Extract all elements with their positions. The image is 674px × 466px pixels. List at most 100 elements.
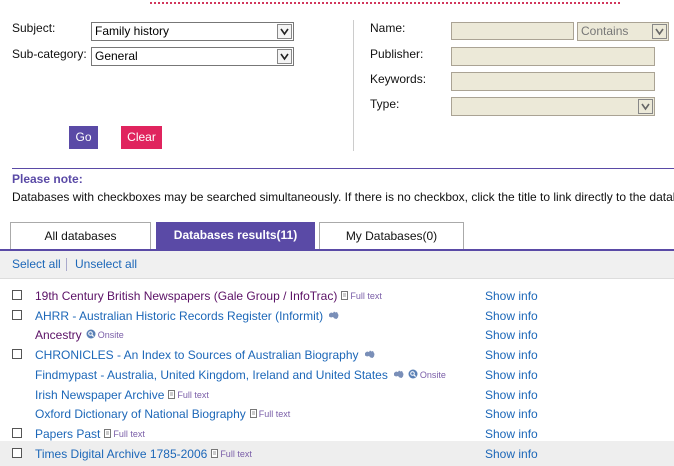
database-link[interactable]: Irish Newspaper Archive Full text — [35, 388, 209, 403]
database-name: CHRONICLES - An Index to Sources of Aust… — [35, 348, 359, 362]
document-icon — [168, 389, 176, 403]
show-info-link[interactable]: Show info — [485, 427, 538, 441]
database-name: 19th Century British Newspapers (Gale Gr… — [35, 289, 338, 303]
unselect-all-link[interactable]: Unselect all — [75, 257, 137, 271]
australia-icon — [393, 368, 404, 382]
note-text: Databases with checkboxes may be searche… — [12, 190, 674, 204]
tab-all-databases-label: All databases — [44, 229, 117, 243]
select-all-link[interactable]: Select all — [12, 257, 61, 271]
access-badge-label: Full text — [177, 390, 209, 400]
access-badge: Onsite — [408, 368, 446, 383]
database-link[interactable]: Oxford Dictionary of National Biography F… — [35, 407, 290, 422]
australia-icon — [364, 348, 375, 362]
database-name: Ancestry — [35, 328, 82, 342]
database-name: Papers Past — [35, 427, 101, 441]
document-icon — [104, 428, 112, 442]
access-badge: Full text — [249, 407, 291, 422]
select-separator — [66, 258, 67, 271]
tab-my-databases-label: My Databases(0) — [345, 229, 438, 243]
tab-database-results-label: Databases results(11) — [173, 228, 298, 242]
match-value: Contains — [581, 24, 629, 38]
show-info-link[interactable]: Show info — [485, 388, 538, 402]
database-link[interactable]: Times Digital Archive 1785-2006 Full text — [35, 447, 252, 462]
show-info-link[interactable]: Show info — [485, 289, 538, 303]
australia-icon — [328, 309, 339, 323]
database-name: AHRR - Australian Historic Records Regis… — [35, 309, 324, 323]
name-input[interactable] — [451, 22, 574, 40]
publisher-label: Publisher: — [370, 47, 424, 61]
list-item: Oxford Dictionary of National Biography F… — [0, 404, 674, 423]
type-label: Type: — [370, 97, 400, 111]
select-checkbox[interactable] — [12, 310, 22, 320]
access-badge-label: Onsite — [97, 330, 124, 340]
top-banner-remnant — [0, 0, 674, 4]
show-info-link[interactable]: Show info — [485, 407, 538, 421]
database-link[interactable]: CHRONICLES - An Index to Sources of Aust… — [35, 348, 375, 362]
database-name: Oxford Dictionary of National Biography — [35, 407, 246, 421]
document-icon — [249, 408, 257, 422]
chevron-down-icon — [277, 24, 292, 39]
clear-button[interactable]: Clear — [121, 126, 162, 149]
access-badge-label: Full text — [220, 449, 252, 459]
form-divider — [353, 20, 354, 151]
select-checkbox[interactable] — [12, 428, 22, 438]
tab-my-databases[interactable]: My Databases(0) — [319, 222, 464, 250]
tab-database-results[interactable]: Databases results(11) — [156, 222, 315, 250]
database-link[interactable]: Papers Past Full text — [35, 427, 145, 442]
list-item: Irish Newspaper Archive Full text Show inf… — [0, 385, 674, 404]
chevron-down-icon — [652, 24, 667, 39]
list-item: Findmypast - Australia, United Kingdom, … — [0, 365, 674, 384]
select-checkbox[interactable] — [12, 448, 22, 458]
show-info-link[interactable]: Show info — [485, 368, 538, 382]
section-divider — [12, 168, 674, 169]
show-info-link[interactable]: Show info — [485, 309, 538, 323]
show-info-link[interactable]: Show info — [485, 328, 538, 342]
search-icon — [86, 329, 96, 343]
database-link[interactable]: 19th Century British Newspapers (Gale Gr… — [35, 289, 382, 304]
keywords-input[interactable] — [451, 72, 655, 91]
database-link[interactable]: Ancestry Onsite — [35, 328, 124, 343]
subcategory-label: Sub-category: — [12, 47, 87, 61]
select-checkbox[interactable] — [12, 349, 22, 359]
tab-all-databases[interactable]: All databases — [10, 222, 151, 250]
database-name: Findmypast - Australia, United Kingdom, … — [35, 368, 388, 382]
subcategory-value: General — [95, 49, 138, 63]
access-badge-label: Full text — [350, 291, 382, 301]
keywords-label: Keywords: — [370, 72, 427, 86]
list-item: 19th Century British Newspapers (Gale Gr… — [0, 286, 674, 305]
database-name: Times Digital Archive 1785-2006 — [35, 447, 208, 461]
access-badge-label: Full text — [258, 409, 291, 419]
publisher-input[interactable] — [451, 47, 655, 66]
type-select[interactable] — [451, 97, 655, 116]
name-label: Name: — [370, 21, 406, 35]
search-icon — [408, 369, 418, 383]
subject-value: Family history — [95, 24, 170, 38]
access-badge: Full text — [211, 447, 252, 462]
access-badge-label: Onsite — [419, 370, 446, 380]
select-checkbox[interactable] — [12, 290, 22, 300]
subcategory-select[interactable]: General — [91, 47, 294, 66]
subject-select[interactable]: Family history — [91, 22, 294, 41]
chevron-down-icon — [638, 99, 653, 114]
list-item: AHRR - Australian Historic Records Regis… — [0, 306, 674, 325]
access-badge: Full text — [341, 289, 382, 304]
database-link[interactable]: AHRR - Australian Historic Records Regis… — [35, 309, 339, 323]
show-info-link[interactable]: Show info — [485, 447, 538, 461]
go-button[interactable]: Go — [69, 126, 98, 149]
document-icon — [341, 290, 349, 304]
document-icon — [211, 448, 219, 462]
note-title: Please note: — [12, 172, 83, 186]
access-badge: Full text — [104, 427, 145, 442]
subject-label: Subject: — [12, 21, 56, 35]
list-item: Times Digital Archive 1785-2006 Full text… — [0, 441, 674, 466]
list-item: Ancestry Onsite Show info — [0, 325, 674, 344]
access-badge-label: Full text — [113, 429, 145, 439]
database-link[interactable]: Findmypast - Australia, United Kingdom, … — [35, 368, 446, 383]
list-item: CHRONICLES - An Index to Sources of Aust… — [0, 345, 674, 364]
access-badge: Onsite — [86, 328, 124, 343]
show-info-link[interactable]: Show info — [485, 348, 538, 362]
chevron-down-icon — [277, 49, 292, 64]
access-badge: Full text — [168, 388, 209, 403]
match-select[interactable]: Contains — [577, 22, 669, 41]
database-name: Irish Newspaper Archive — [35, 388, 165, 402]
